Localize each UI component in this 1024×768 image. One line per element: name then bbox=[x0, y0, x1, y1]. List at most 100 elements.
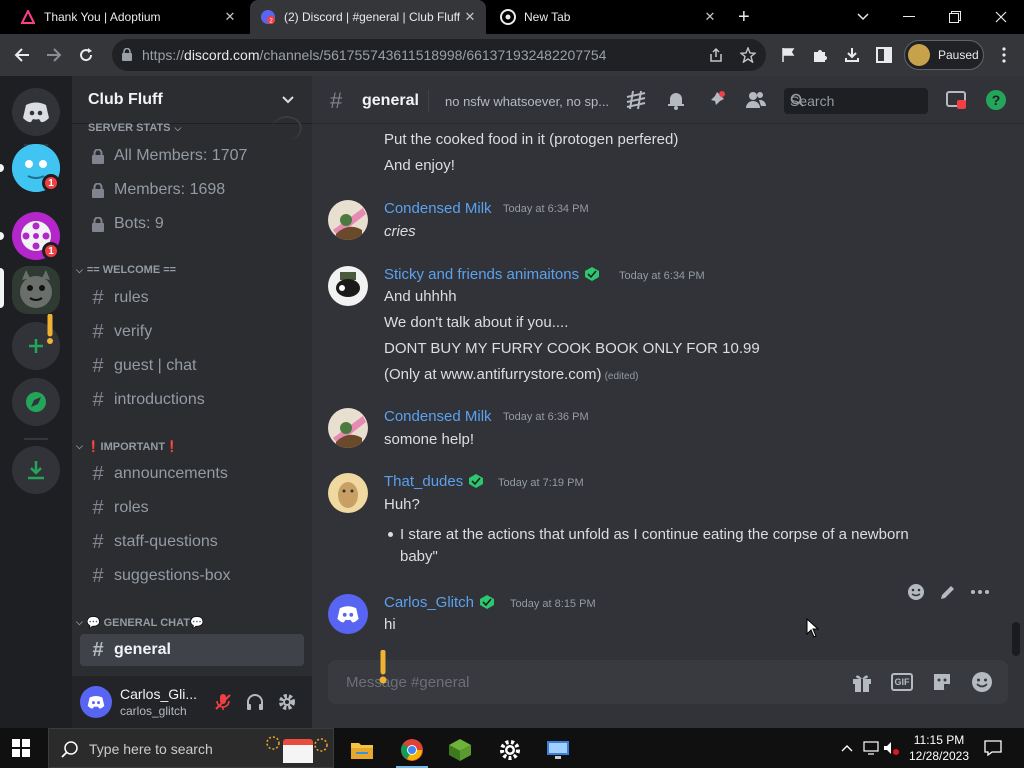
reload-icon[interactable] bbox=[76, 45, 96, 65]
search-box[interactable]: Search bbox=[784, 88, 928, 114]
category-welcome[interactable]: ⌵ == WELCOME == bbox=[76, 262, 176, 278]
message-text: Put the cooked food in it (protogen perf… bbox=[384, 131, 679, 148]
server-icon-blue-face[interactable]: 1 bbox=[12, 144, 60, 192]
taskbar-search[interactable]: Type here to search bbox=[48, 728, 334, 768]
remote-desktop-icon[interactable] bbox=[534, 732, 582, 768]
emoji-picker-icon[interactable] bbox=[970, 670, 994, 694]
volume-muted-icon[interactable] bbox=[882, 740, 900, 756]
pinned-messages-icon[interactable] bbox=[704, 88, 728, 112]
stat-channel-bots[interactable]: Bots: 9 bbox=[80, 208, 304, 240]
avatar[interactable] bbox=[328, 473, 368, 513]
share-icon[interactable] bbox=[706, 45, 726, 65]
discord-app: 1 1 Club Fluff SERVER STATS ⌵ All Member… bbox=[0, 76, 1024, 728]
edit-pencil-icon[interactable] bbox=[932, 576, 964, 608]
new-tab-button[interactable]: + bbox=[738, 7, 750, 27]
stat-channel-members[interactable]: Members: 1698 bbox=[80, 174, 304, 206]
user-display-name[interactable]: Carlos_Gli... bbox=[120, 686, 197, 702]
message-author[interactable]: Condensed Milk bbox=[384, 408, 492, 425]
file-explorer-icon[interactable] bbox=[338, 732, 386, 768]
channel-introductions[interactable]: # introductions bbox=[80, 384, 304, 416]
channel-topic[interactable]: no nsfw whatsoever, no sp... bbox=[445, 94, 613, 109]
server-icon-club-fluff[interactable] bbox=[12, 266, 60, 314]
user-tag: carlos_glitch bbox=[120, 704, 187, 718]
unread-pill bbox=[0, 232, 4, 240]
message-input[interactable] bbox=[346, 670, 826, 694]
help-icon[interactable]: ? bbox=[984, 88, 1008, 112]
server-icon-film-reel[interactable]: 1 bbox=[12, 212, 60, 260]
member-list-icon[interactable] bbox=[744, 88, 768, 112]
message-author[interactable]: Carlos_Glitch bbox=[384, 594, 495, 611]
extensions-puzzle-icon[interactable] bbox=[810, 45, 830, 65]
avatar[interactable] bbox=[328, 266, 368, 306]
back-arrow-icon[interactable] bbox=[12, 45, 32, 65]
category-general-chat[interactable]: ⌵ 💬 GENERAL CHAT💬 bbox=[76, 614, 204, 630]
settings-gear-icon[interactable] bbox=[486, 732, 534, 768]
gif-button[interactable]: GIF bbox=[890, 670, 914, 694]
download-apps-icon[interactable] bbox=[12, 446, 60, 494]
channel-general[interactable]: # general bbox=[80, 634, 304, 666]
add-server-icon[interactable] bbox=[12, 314, 60, 370]
message-author[interactable]: Sticky and friends animaitons bbox=[384, 266, 600, 283]
category-server-stats[interactable]: SERVER STATS ⌵ bbox=[88, 120, 181, 136]
explore-servers-compass-icon[interactable] bbox=[12, 378, 60, 426]
system-clock[interactable]: 11:15 PM 12/28/2023 bbox=[900, 732, 978, 764]
browser-menu-icon[interactable] bbox=[994, 45, 1014, 65]
minecraft-icon[interactable] bbox=[436, 732, 484, 768]
channel-verify[interactable]: # verify bbox=[80, 316, 304, 348]
profile-button[interactable]: Paused bbox=[904, 40, 984, 70]
channel-roles[interactable]: # roles bbox=[80, 492, 304, 524]
server-header[interactable]: Club Fluff bbox=[72, 76, 312, 124]
tab-new-tab[interactable]: New Tab ✕ bbox=[490, 0, 726, 34]
sticker-icon[interactable] bbox=[930, 670, 954, 694]
network-icon[interactable] bbox=[862, 740, 880, 756]
channel-announcements[interactable]: # announcements bbox=[80, 458, 304, 490]
close-tab-icon[interactable]: ✕ bbox=[222, 9, 238, 25]
tray-chevron-up-icon[interactable] bbox=[838, 740, 856, 756]
threads-icon[interactable] bbox=[624, 88, 648, 112]
download-icon[interactable] bbox=[842, 45, 862, 65]
user-settings-gear-icon[interactable] bbox=[276, 691, 298, 713]
close-window-button[interactable] bbox=[978, 0, 1024, 34]
selected-server-pill bbox=[0, 268, 4, 308]
tab-title: Thank You | Adoptium bbox=[44, 10, 161, 24]
add-reaction-icon[interactable] bbox=[900, 576, 932, 608]
address-bar[interactable]: https://discord.com/channels/56175574361… bbox=[112, 39, 766, 71]
tab-discord[interactable]: 2 (2) Discord | #general | Club Fluff ✕ bbox=[250, 0, 486, 34]
message-scrollbar[interactable] bbox=[1012, 622, 1020, 656]
headphones-icon[interactable] bbox=[244, 691, 266, 713]
channel-suggestions-box[interactable]: # suggestions-box bbox=[80, 560, 304, 592]
side-panel-icon[interactable] bbox=[874, 45, 894, 65]
avatar[interactable] bbox=[328, 594, 368, 634]
message-author[interactable]: Condensed Milk bbox=[384, 200, 492, 217]
notifications-icon[interactable] bbox=[984, 740, 1002, 756]
bookmark-star-icon[interactable] bbox=[738, 45, 758, 65]
channel-guest-chat[interactable]: # guest | chat bbox=[80, 350, 304, 382]
close-tab-icon[interactable]: ✕ bbox=[702, 9, 718, 25]
user-panel: Carlos_Gli... carlos_glitch bbox=[72, 676, 312, 728]
notification-bell-icon[interactable] bbox=[664, 88, 688, 112]
gift-icon[interactable] bbox=[850, 670, 874, 694]
svg-text:?: ? bbox=[992, 92, 1001, 108]
flag-icon[interactable] bbox=[778, 45, 798, 65]
discord-home-icon[interactable] bbox=[12, 88, 60, 136]
avatar[interactable] bbox=[328, 408, 368, 448]
stat-channel-all-members[interactable]: All Members: 1707 bbox=[80, 140, 304, 172]
avatar[interactable] bbox=[328, 200, 368, 240]
chrome-icon bbox=[500, 9, 516, 25]
category-important[interactable]: ⌵ ❗IMPORTANT❗ bbox=[76, 438, 179, 454]
mute-microphone-icon[interactable] bbox=[212, 691, 234, 713]
more-options-icon[interactable] bbox=[964, 576, 996, 608]
windows-start-icon[interactable] bbox=[12, 739, 30, 762]
chrome-taskbar-icon[interactable] bbox=[388, 732, 436, 768]
minimize-button[interactable] bbox=[886, 0, 932, 34]
close-tab-icon[interactable]: ✕ bbox=[462, 9, 478, 25]
channel-rules[interactable]: # rules bbox=[80, 282, 304, 314]
tab-adoptium[interactable]: Thank You | Adoptium ✕ bbox=[10, 0, 246, 34]
message-author[interactable]: That_dudes bbox=[384, 473, 484, 490]
user-avatar[interactable] bbox=[80, 686, 112, 718]
restore-button[interactable] bbox=[932, 0, 978, 34]
inbox-icon[interactable] bbox=[944, 88, 968, 112]
channel-staff-questions[interactable]: # staff-questions bbox=[80, 526, 304, 558]
tab-search-chevron-icon[interactable] bbox=[840, 0, 886, 34]
forward-arrow-icon[interactable] bbox=[44, 45, 64, 65]
